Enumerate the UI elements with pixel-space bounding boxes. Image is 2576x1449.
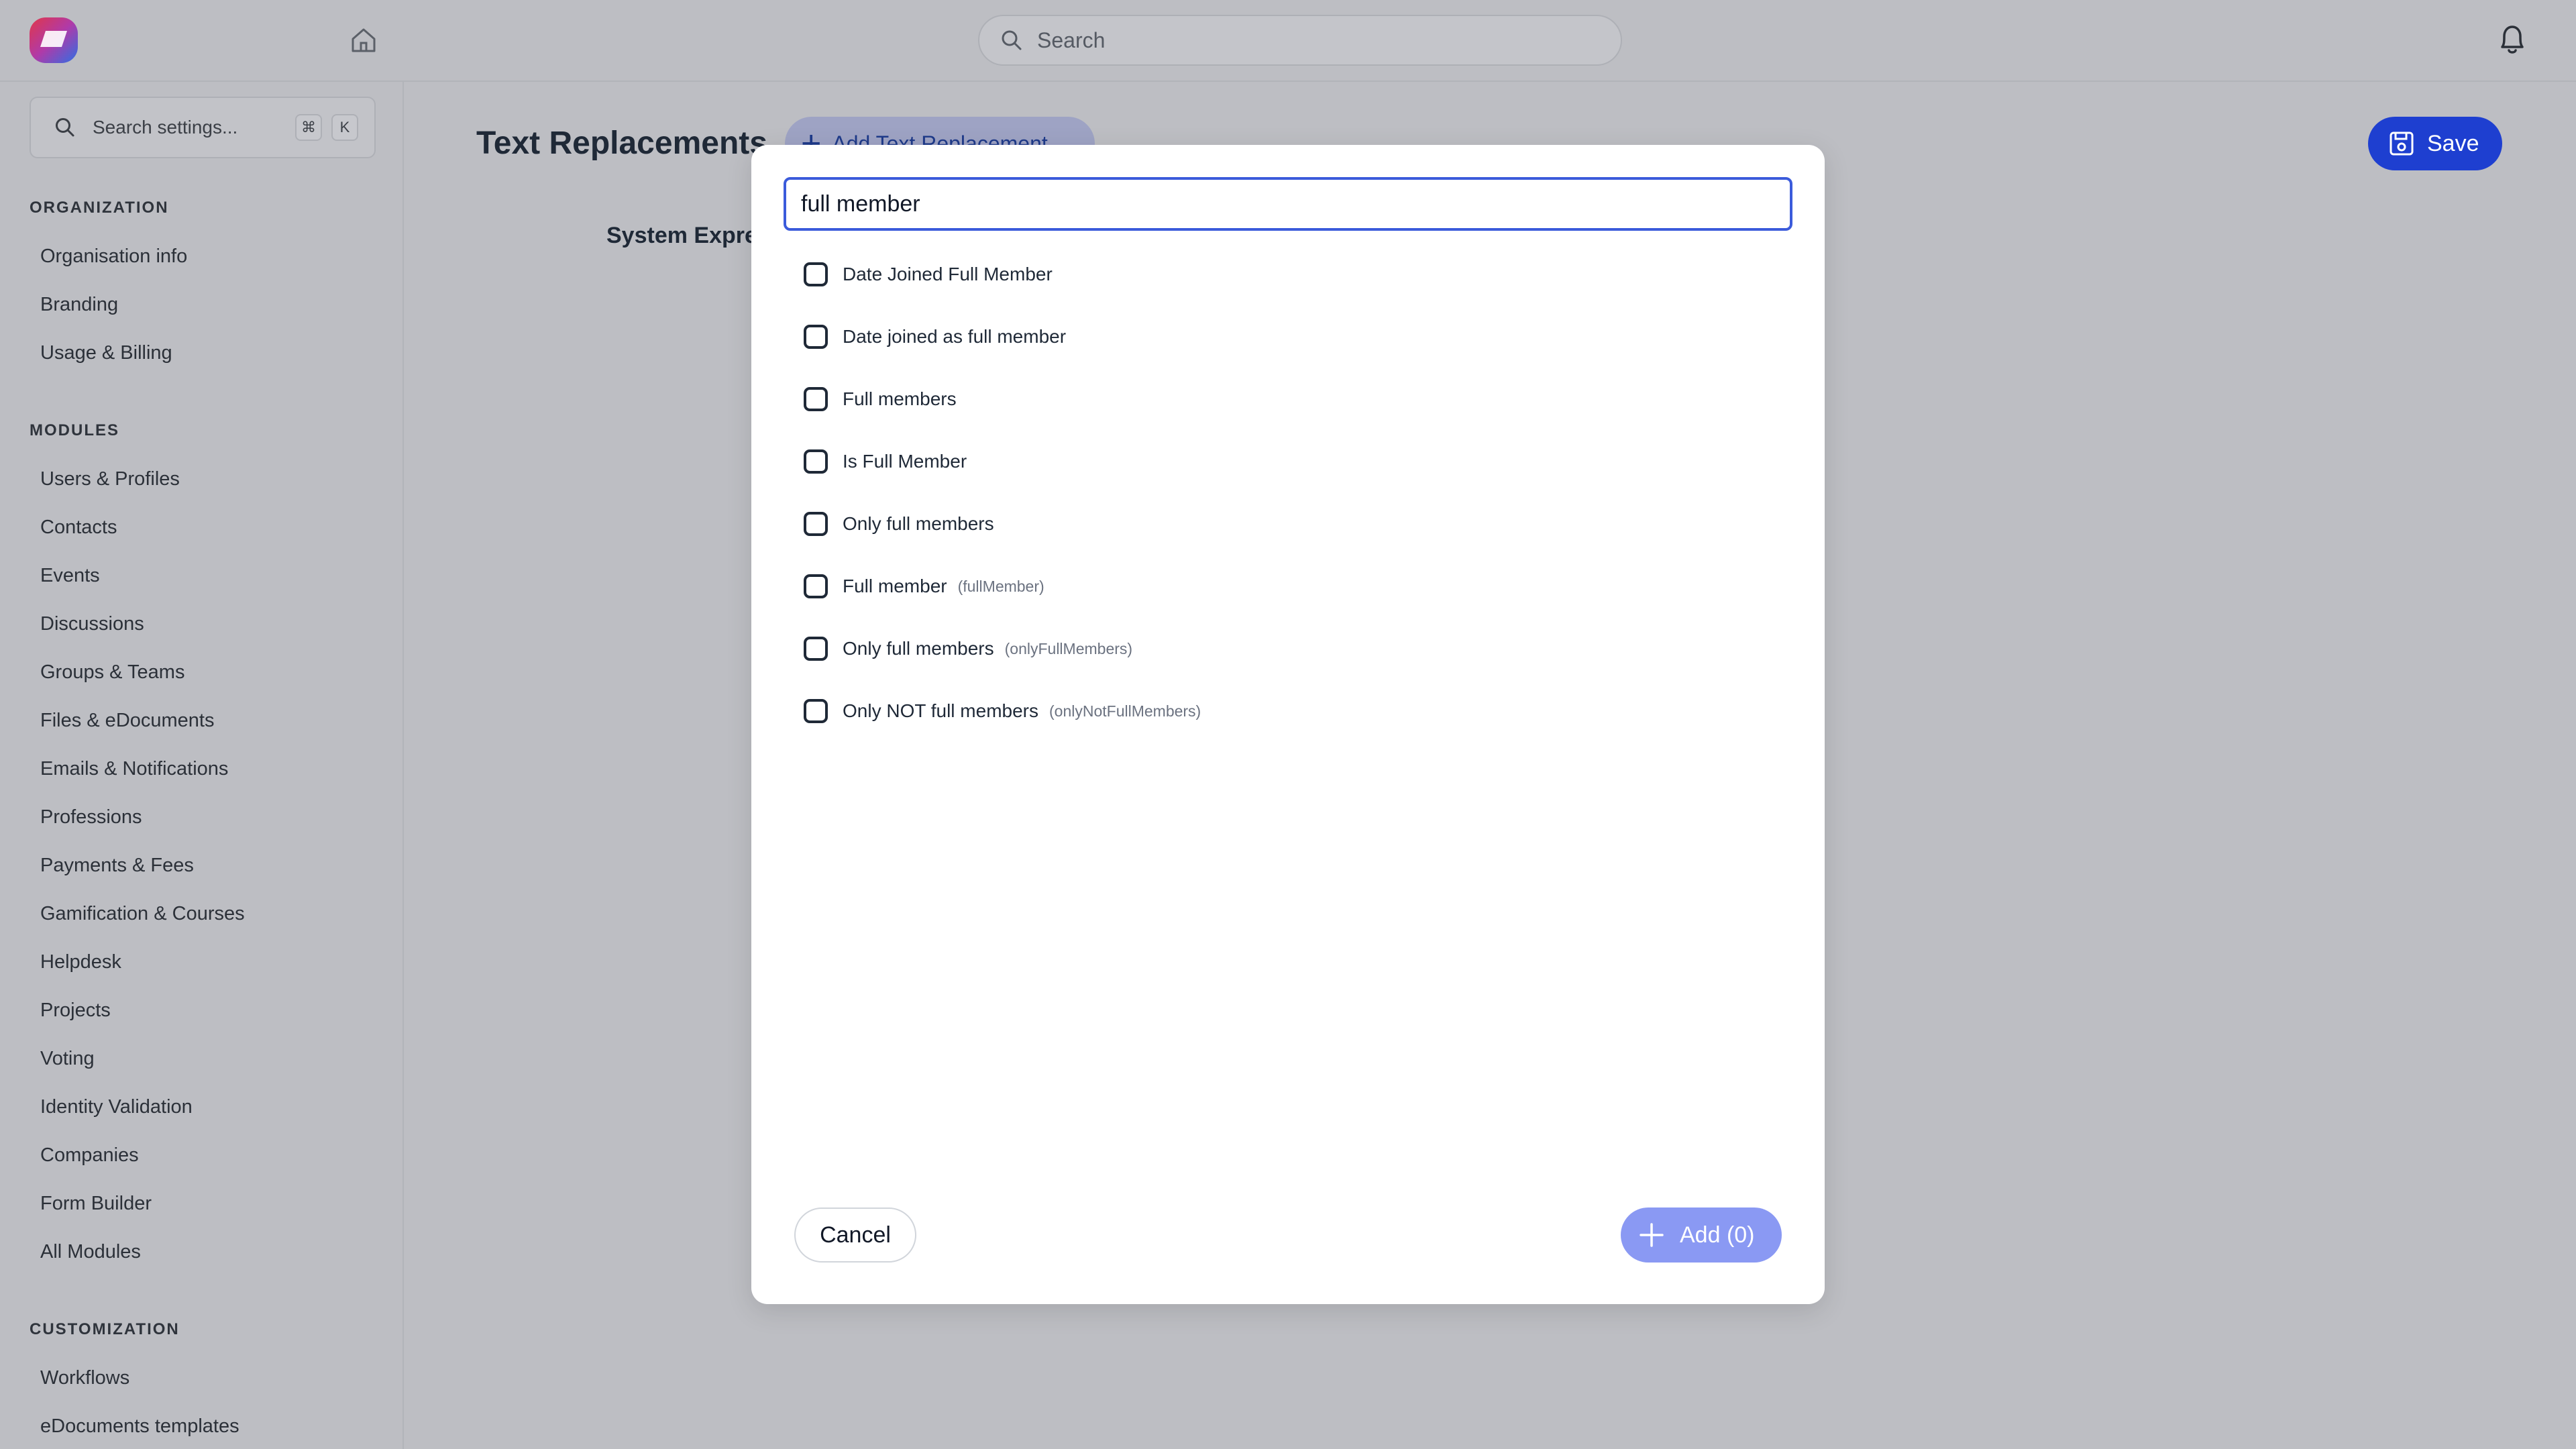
add-button-label: Add (0) bbox=[1680, 1222, 1755, 1248]
section-title-customization: CUSTOMIZATION bbox=[30, 1320, 180, 1338]
save-button[interactable]: Save bbox=[2368, 117, 2502, 170]
option-label: Date Joined Full Member bbox=[843, 264, 1053, 284]
sidebar-item-projects[interactable]: Projects bbox=[40, 1000, 111, 1022]
option-label: Only NOT full members bbox=[843, 700, 1038, 721]
expression-picker-dialog: Date Joined Full Member Date joined as f… bbox=[751, 145, 1825, 1304]
option-row[interactable]: Date Joined Full Member bbox=[804, 258, 1053, 291]
sidebar-item-groups-teams[interactable]: Groups & Teams bbox=[40, 661, 184, 684]
save-label: Save bbox=[2427, 130, 2479, 156]
floppy-disk-icon bbox=[2390, 131, 2414, 156]
global-search-input[interactable]: Search bbox=[978, 15, 1622, 66]
home-icon[interactable] bbox=[347, 24, 380, 56]
sidebar-item-users-profiles[interactable]: Users & Profiles bbox=[40, 468, 180, 490]
shortcut-key-k: K bbox=[331, 114, 358, 141]
option-row[interactable]: Full member (fullMember) bbox=[804, 570, 1044, 603]
global-search-placeholder: Search bbox=[1037, 28, 1106, 52]
option-label: Is Full Member bbox=[843, 451, 967, 472]
sidebar-item-companies[interactable]: Companies bbox=[40, 1144, 139, 1167]
option-label: Date joined as full member bbox=[843, 326, 1067, 347]
option-label: Full members bbox=[843, 388, 957, 409]
app-logo[interactable] bbox=[25, 15, 82, 66]
sidebar-item-professions[interactable]: Professions bbox=[40, 806, 142, 828]
sidebar-item-voting[interactable]: Voting bbox=[40, 1048, 95, 1070]
settings-search-input[interactable]: Search settings... ⌘ K bbox=[30, 97, 376, 158]
option-row[interactable]: Only full members (onlyFullMembers) bbox=[804, 632, 1132, 665]
sidebar-item-edocuments-templates[interactable]: eDocuments templates bbox=[40, 1415, 239, 1438]
option-checkbox[interactable] bbox=[804, 574, 828, 598]
sidebar-item-contacts[interactable]: Contacts bbox=[40, 517, 117, 539]
bell-icon[interactable] bbox=[2493, 20, 2532, 59]
sidebar-item-events[interactable]: Events bbox=[40, 565, 100, 587]
sidebar-item-organisation-info[interactable]: Organisation info bbox=[40, 246, 187, 268]
option-label: Full member bbox=[843, 576, 947, 596]
plus-icon bbox=[1640, 1223, 1664, 1247]
option-key: (onlyNotFullMembers) bbox=[1049, 702, 1201, 720]
search-icon bbox=[56, 118, 74, 137]
option-label: Only full members bbox=[843, 638, 994, 659]
option-row[interactable]: Only full members bbox=[804, 507, 994, 541]
option-checkbox[interactable] bbox=[804, 325, 828, 349]
expression-search-input[interactable] bbox=[784, 177, 1792, 231]
option-row[interactable]: Only NOT full members (onlyNotFullMember… bbox=[804, 694, 1201, 728]
sidebar-item-gamification-courses[interactable]: Gamification & Courses bbox=[40, 903, 245, 925]
option-checkbox[interactable] bbox=[804, 637, 828, 661]
settings-search-placeholder: Search settings... bbox=[93, 117, 238, 138]
shortcut-key-cmd: ⌘ bbox=[295, 114, 322, 141]
top-bar: Search bbox=[0, 0, 2576, 82]
sidebar-item-discussions[interactable]: Discussions bbox=[40, 613, 144, 635]
sidebar-item-identity-validation[interactable]: Identity Validation bbox=[40, 1096, 193, 1118]
sidebar-item-usage-billing[interactable]: Usage & Billing bbox=[40, 342, 172, 364]
search-icon bbox=[1002, 30, 1022, 50]
sidebar-item-files-edocuments[interactable]: Files & eDocuments bbox=[40, 710, 215, 732]
sidebar-item-form-builder[interactable]: Form Builder bbox=[40, 1193, 152, 1215]
option-key: (onlyFullMembers) bbox=[1004, 639, 1133, 657]
sidebar-item-payments-fees[interactable]: Payments & Fees bbox=[40, 855, 194, 877]
sidebar-item-branding[interactable]: Branding bbox=[40, 294, 118, 316]
option-checkbox[interactable] bbox=[804, 449, 828, 474]
settings-sidebar: Search settings... ⌘ K ORGANIZATION Orga… bbox=[0, 82, 404, 1449]
option-checkbox[interactable] bbox=[804, 699, 828, 723]
cancel-button[interactable]: Cancel bbox=[794, 1208, 916, 1263]
option-checkbox[interactable] bbox=[804, 512, 828, 536]
sidebar-item-helpdesk[interactable]: Helpdesk bbox=[40, 951, 121, 973]
option-row[interactable]: Full members bbox=[804, 382, 957, 416]
option-row[interactable]: Date joined as full member bbox=[804, 320, 1066, 354]
option-key: (fullMember) bbox=[957, 577, 1044, 595]
sidebar-item-all-modules[interactable]: All Modules bbox=[40, 1241, 141, 1263]
section-title-organization: ORGANIZATION bbox=[30, 199, 169, 217]
sidebar-item-emails-notifications[interactable]: Emails & Notifications bbox=[40, 758, 228, 780]
sidebar-item-workflows[interactable]: Workflows bbox=[40, 1367, 129, 1389]
page-title: Text Replacements bbox=[476, 125, 767, 161]
add-button[interactable]: Add (0) bbox=[1621, 1208, 1782, 1263]
section-title-modules: MODULES bbox=[30, 421, 119, 439]
option-checkbox[interactable] bbox=[804, 262, 828, 286]
option-checkbox[interactable] bbox=[804, 387, 828, 411]
option-row[interactable]: Is Full Member bbox=[804, 445, 967, 478]
option-label: Only full members bbox=[843, 513, 994, 534]
